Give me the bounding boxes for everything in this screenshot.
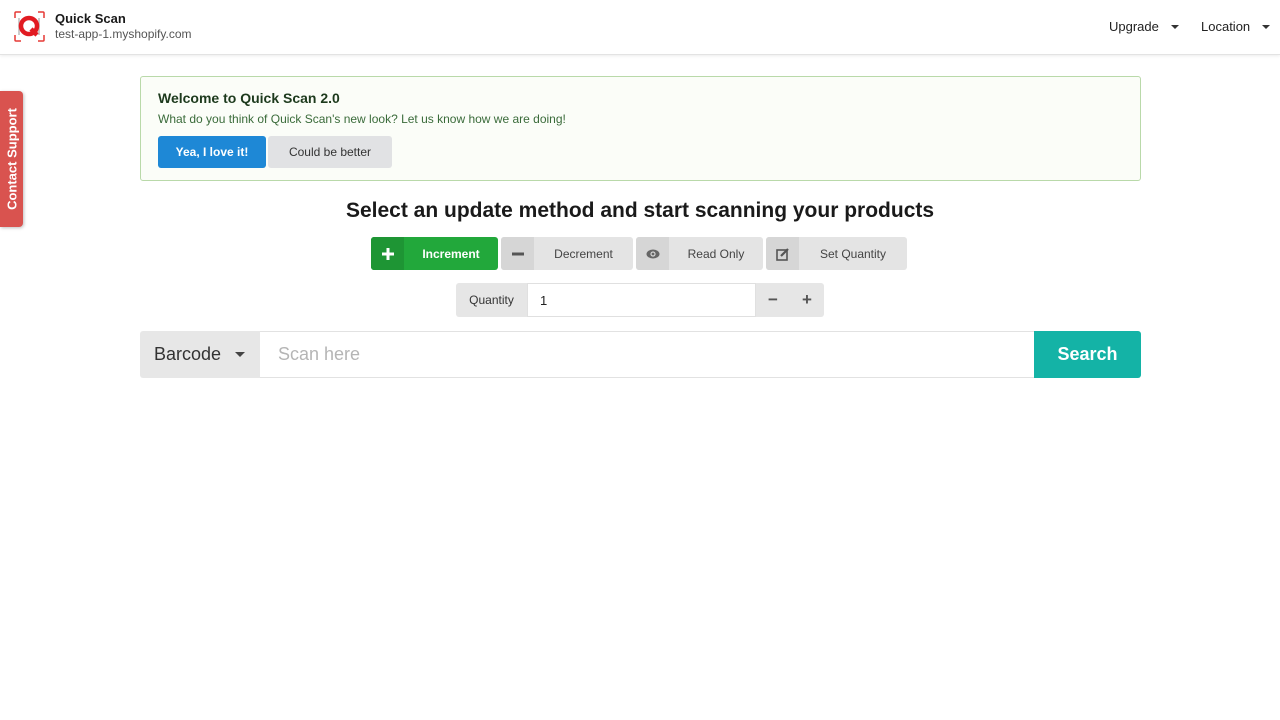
love-it-button[interactable]: Yea, I love it! (158, 136, 266, 168)
method-label: Decrement (554, 246, 613, 261)
app-header: Quick Scan test-app-1.myshopify.com Upgr… (0, 0, 1280, 55)
method-decrement-button[interactable]: Decrement (501, 237, 633, 270)
page-heading: Select an update method and start scanni… (345, 199, 935, 222)
caret-down-icon (235, 352, 246, 357)
banner-message: What do you think of Quick Scan's new lo… (158, 112, 566, 126)
quantity-stepper: Quantity − + (456, 283, 824, 317)
quantity-increment-button[interactable]: + (790, 283, 824, 317)
method-label: Set Quantity (819, 246, 887, 261)
scan-search-bar: Barcode Search (140, 331, 1141, 378)
caret-down-icon (1262, 24, 1271, 29)
method-increment-button[interactable]: Increment (371, 237, 498, 270)
could-be-better-button[interactable]: Could be better (268, 136, 392, 168)
method-label: Increment (422, 246, 480, 261)
method-read-only-button[interactable]: Read Only (636, 237, 763, 270)
quantity-decrement-button[interactable]: − (756, 283, 790, 317)
search-button[interactable]: Search (1034, 331, 1141, 378)
banner-title: Welcome to Quick Scan 2.0 (158, 90, 340, 106)
minus-icon (501, 237, 534, 270)
edit-icon (766, 237, 799, 270)
contact-support-label: Contact Support (4, 108, 19, 210)
search-type-dropdown[interactable]: Barcode (140, 331, 260, 378)
upgrade-label: Upgrade (1109, 19, 1159, 34)
quantity-label: Quantity (469, 293, 514, 307)
upgrade-dropdown[interactable]: Upgrade (1109, 19, 1179, 34)
store-domain: test-app-1.myshopify.com (55, 27, 192, 41)
plus-icon (371, 237, 404, 270)
search-type-label: Barcode (154, 344, 222, 364)
app-title: Quick Scan (55, 11, 126, 26)
quantity-input[interactable] (527, 283, 756, 317)
scan-input[interactable] (260, 331, 1034, 378)
eye-icon (636, 237, 669, 270)
location-label: Location (1201, 19, 1251, 34)
method-label: Read Only (687, 246, 745, 261)
location-dropdown[interactable]: Location (1201, 19, 1271, 34)
quick-scan-logo-icon (14, 11, 45, 42)
caret-down-icon (1170, 24, 1179, 29)
welcome-banner: Welcome to Quick Scan 2.0 What do you th… (140, 76, 1141, 181)
method-set-quantity-button[interactable]: Set Quantity (766, 237, 907, 270)
